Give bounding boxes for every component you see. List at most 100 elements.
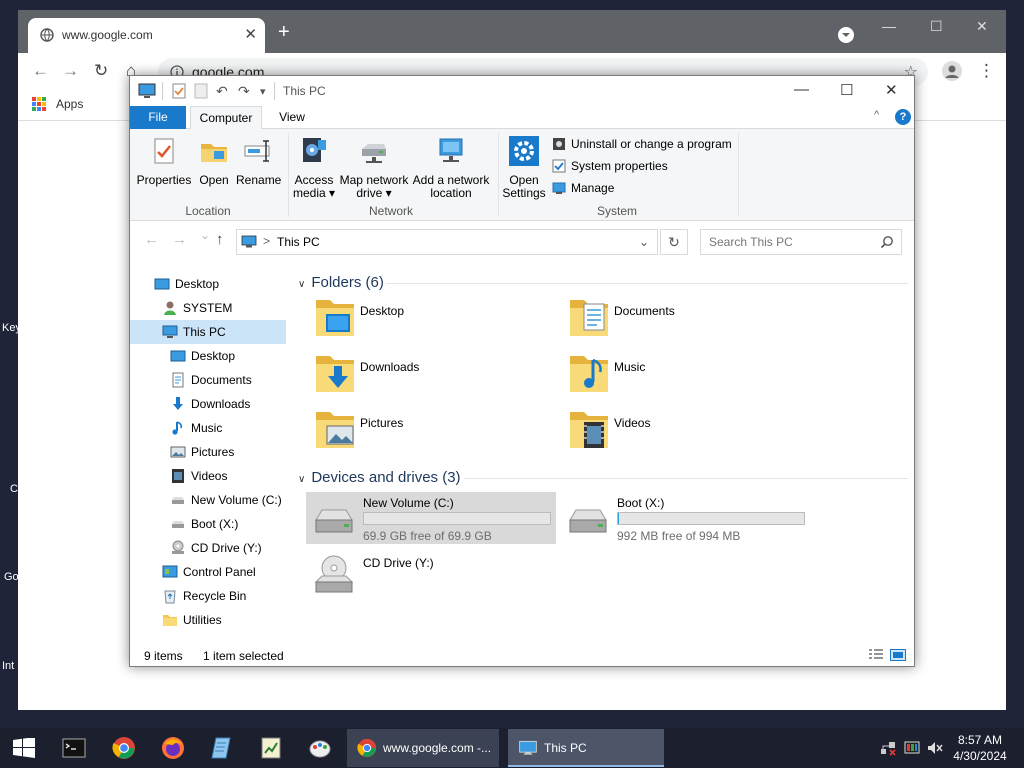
forward-button[interactable]: → <box>62 61 79 81</box>
open-button[interactable]: Open <box>194 135 234 187</box>
rename-button[interactable]: Rename <box>236 135 281 187</box>
redo-icon[interactable]: ↷ <box>238 83 250 100</box>
nav-item-pictures[interactable]: Pictures <box>130 440 286 464</box>
drive-cd-drive-y[interactable]: CD Drive (Y:) <box>306 552 556 604</box>
add-network-location-button[interactable]: Add a network location <box>412 135 490 200</box>
videos-icon <box>172 469 184 483</box>
manage-label: Manage <box>571 181 615 195</box>
spreadsheet-tool-icon[interactable] <box>259 736 283 760</box>
recent-locations-icon[interactable]: ⌄ <box>200 228 210 242</box>
back-button[interactable]: ← <box>32 61 49 81</box>
nav-item-videos[interactable]: Videos <box>130 464 286 488</box>
nav-forward-button[interactable]: → <box>172 231 187 248</box>
properties-icon <box>154 138 174 164</box>
color-display-tray-icon[interactable] <box>904 740 920 756</box>
nav-up-button[interactable]: ↑ <box>216 231 224 248</box>
profile-avatar-icon[interactable] <box>942 61 962 81</box>
access-media-button[interactable]: Access media ▾ <box>292 135 336 200</box>
paint-icon[interactable] <box>308 736 332 760</box>
tab-computer[interactable]: Computer <box>190 106 262 130</box>
nav-item-new-volume-c[interactable]: New Volume (C:) <box>130 488 286 512</box>
taskbar-clock[interactable]: 8:57 AM 4/30/2024 <box>944 732 1016 764</box>
nav-item-utilities[interactable]: Utilities <box>130 608 286 632</box>
explorer-close-button[interactable]: ✕ <box>885 81 898 99</box>
uninstall-label: Uninstall or change a program <box>571 137 732 151</box>
folder-desktop[interactable]: Desktop <box>302 296 542 348</box>
breadcrumb-separator[interactable]: > <box>263 234 270 248</box>
network-tray-icon[interactable] <box>880 740 896 756</box>
taskbar-chrome-window[interactable]: www.google.com -... <box>347 729 499 767</box>
drive-boot-x[interactable]: Boot (X:) 992 MB free of 994 MB <box>560 492 810 544</box>
folder-music[interactable]: Music <box>556 352 796 404</box>
manage-button[interactable]: Manage <box>552 181 614 195</box>
apps-bookmark[interactable]: Apps <box>56 97 83 111</box>
chrome-icon[interactable] <box>112 736 136 760</box>
help-icon[interactable]: ? <box>895 109 911 125</box>
address-bar[interactable]: > This PC ⌄ <box>236 229 658 255</box>
nav-item-cd-drive-y[interactable]: CD Drive (Y:) <box>130 536 286 560</box>
nav-item-control-panel[interactable]: Control Panel <box>130 560 286 584</box>
volume-muted-icon[interactable] <box>927 740 943 756</box>
search-icon[interactable] <box>880 235 894 249</box>
computer-icon[interactable] <box>138 83 156 99</box>
nav-item-system[interactable]: SYSTEM <box>130 296 286 320</box>
command-prompt-icon[interactable] <box>62 736 86 760</box>
large-icons-view-icon[interactable] <box>890 649 906 661</box>
collapse-ribbon-icon[interactable]: ^ <box>874 109 879 121</box>
undo-icon[interactable]: ↶ <box>216 83 228 100</box>
chrome-close-button[interactable]: ✕ <box>976 18 988 35</box>
tab-view[interactable]: View <box>270 106 314 129</box>
folder-pictures[interactable]: Pictures <box>302 408 542 460</box>
nav-item-desktop[interactable]: Desktop <box>130 344 286 368</box>
new-tab-button[interactable]: + <box>278 22 290 42</box>
nav-item-desktop-root[interactable]: Desktop <box>130 272 286 296</box>
devices-group-header[interactable]: ∨ Devices and drives (3) <box>298 469 461 486</box>
search-input[interactable] <box>701 230 879 254</box>
close-tab-icon[interactable]: ✕ <box>244 25 257 43</box>
folder-documents[interactable]: Documents <box>556 296 796 348</box>
uninstall-program-button[interactable]: Uninstall or change a program <box>552 137 732 151</box>
documents-folder-icon <box>570 300 608 336</box>
chrome-icon <box>357 738 377 758</box>
open-settings-button[interactable]: Open Settings <box>502 135 546 200</box>
nav-item-recycle-bin[interactable]: Recycle Bin <box>130 584 286 608</box>
breadcrumb-this-pc[interactable]: This PC <box>277 235 320 249</box>
firefox-icon[interactable] <box>161 736 185 760</box>
nav-item-this-pc[interactable]: This PC <box>130 320 286 344</box>
nav-item-documents[interactable]: Documents <box>130 368 286 392</box>
map-network-drive-button[interactable]: Map network drive ▾ <box>337 135 411 200</box>
folder-downloads[interactable]: Downloads <box>302 352 542 404</box>
chrome-tab-google[interactable]: www.google.com ✕ <box>28 18 265 53</box>
folder-videos[interactable]: Videos <box>556 408 796 460</box>
properties-button[interactable]: Properties <box>136 135 192 187</box>
refresh-button[interactable]: ↻ <box>660 229 688 255</box>
address-dropdown-icon[interactable]: ⌄ <box>639 235 649 249</box>
taskbar-explorer-window[interactable]: This PC <box>508 729 664 767</box>
nav-item-boot-x[interactable]: Boot (X:) <box>130 512 286 536</box>
chrome-menu-icon[interactable]: ⋮ <box>978 61 995 81</box>
properties-quick-icon[interactable] <box>172 83 186 99</box>
explorer-minimize-button[interactable]: — <box>794 81 809 98</box>
search-box[interactable] <box>700 229 902 255</box>
notepad-icon[interactable] <box>210 736 234 760</box>
nav-item-music[interactable]: Music <box>130 416 286 440</box>
reload-button[interactable]: ↻ <box>94 61 108 81</box>
windows-start-icon[interactable] <box>13 738 35 758</box>
new-folder-quick-icon[interactable] <box>194 83 208 99</box>
drive-new-volume-c[interactable]: New Volume (C:) 69.9 GB free of 69.9 GB <box>306 492 556 544</box>
nav-item-downloads[interactable]: Downloads <box>130 392 286 416</box>
details-view-icon[interactable] <box>868 649 884 661</box>
chrome-maximize-button[interactable]: ☐ <box>930 18 943 35</box>
quick-access-dropdown-icon[interactable]: ▾ <box>260 85 266 98</box>
nav-back-button[interactable]: ← <box>144 231 159 248</box>
clock-time: 8:57 AM <box>957 733 1003 747</box>
folders-group-header[interactable]: ∨ Folders (6) <box>298 274 384 291</box>
folder-label: Desktop <box>360 304 405 318</box>
system-properties-button[interactable]: System properties <box>552 159 668 173</box>
nav-item-label: Utilities <box>183 613 222 627</box>
chrome-profile-dropdown-icon[interactable] <box>838 27 854 43</box>
chrome-minimize-button[interactable]: — <box>882 18 896 34</box>
tab-file[interactable]: File <box>130 106 186 129</box>
apps-grid-icon[interactable] <box>32 97 46 111</box>
explorer-maximize-button[interactable]: ☐ <box>840 81 853 99</box>
